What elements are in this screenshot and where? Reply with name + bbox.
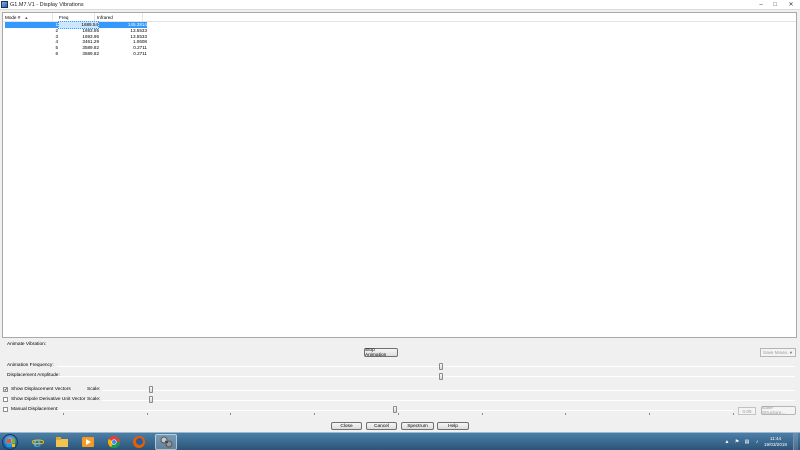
- column-header-mode[interactable]: Mode # ▲: [3, 12, 53, 22]
- clock-date: 19/03/2018: [764, 442, 787, 447]
- stop-animation-button[interactable]: Stop Animation: [364, 348, 398, 358]
- taskbar-media-player[interactable]: [77, 434, 99, 450]
- animate-vibration-label: Animate Vibration:: [7, 342, 47, 347]
- app-icon: [1, 1, 8, 8]
- manual-displacement-label: Manual Displacement:: [11, 407, 59, 412]
- taskbar-gaussview[interactable]: [155, 434, 177, 450]
- help-button[interactable]: Help: [437, 422, 469, 430]
- manual-displacement-slider[interactable]: [393, 406, 397, 413]
- folder-icon: [56, 437, 68, 447]
- save-movie-dropdown[interactable]: Save Movie... ▼: [760, 348, 796, 357]
- dipole-scale-slider[interactable]: [148, 396, 153, 403]
- manual-displacement-checkbox[interactable]: [3, 407, 8, 412]
- freq-cell: 3589.82: [82, 50, 99, 56]
- scale-label: Scale:: [87, 387, 101, 392]
- scale-track-2[interactable]: [102, 400, 795, 401]
- table-row[interactable]: 6 3589.82 0.2711: [3, 51, 796, 57]
- tray-arrow-icon[interactable]: ▲: [724, 439, 730, 445]
- molecule-app-icon: [160, 436, 172, 448]
- taskbar-firefox[interactable]: [128, 434, 150, 450]
- firefox-icon: [133, 436, 145, 448]
- windows-logo-icon: [7, 439, 15, 447]
- spectrum-button[interactable]: Spectrum: [401, 422, 434, 430]
- taskbar: e ▲ ⚑ ▤ ♪ 11:44 19/03/2018: [0, 432, 800, 450]
- clock[interactable]: 11:44 19/03/2018: [764, 436, 787, 448]
- slider-tick: [146, 413, 148, 415]
- system-tray: ▲ ⚑ ▤ ♪ 11:44 19/03/2018: [724, 433, 798, 450]
- window-title: G1.M7.V1 - Display Vibrations: [10, 1, 84, 8]
- mode-cell: 6: [55, 50, 58, 56]
- slider-tick: [314, 413, 316, 415]
- show-desktop-button[interactable]: [793, 433, 798, 450]
- animation-frequency-label: Animation Frequency:: [7, 363, 54, 368]
- taskbar-ie[interactable]: e: [27, 434, 49, 450]
- taskbar-chrome[interactable]: [103, 434, 125, 450]
- column-header-infrared[interactable]: Infrared: [95, 12, 143, 22]
- animation-frequency-track[interactable]: [57, 366, 795, 367]
- title-bar: G1.M7.V1 - Display Vibrations – □ ✕: [0, 0, 800, 10]
- taskbar-explorer[interactable]: [51, 434, 73, 450]
- slider-tick: [565, 413, 567, 415]
- displacement-scale-slider[interactable]: [148, 386, 153, 393]
- vibration-list[interactable]: Mode # ▲ Freq Infrared 1 1689.54 145.3814 2…: [2, 12, 797, 338]
- chevron-down-icon: ▼: [789, 350, 793, 355]
- animation-frequency-slider[interactable]: [438, 363, 443, 370]
- show-displacement-vectors-checkbox[interactable]: ✔: [3, 387, 8, 392]
- close-button[interactable]: Close: [331, 422, 362, 430]
- scale-track-1[interactable]: [102, 390, 795, 391]
- flag-icon[interactable]: ⚑: [734, 439, 740, 445]
- minimize-icon[interactable]: –: [754, 0, 768, 9]
- infrared-cell: 0.2711: [133, 50, 147, 56]
- window-controls: – □ ✕: [754, 0, 800, 9]
- network-icon[interactable]: ▤: [744, 439, 750, 445]
- start-button[interactable]: [2, 434, 18, 450]
- show-dipole-vector-checkbox[interactable]: [3, 397, 8, 402]
- cancel-button[interactable]: Cancel: [366, 422, 397, 430]
- slider-tick: [397, 413, 399, 415]
- close-icon[interactable]: ✕: [782, 0, 800, 9]
- slider-tick: [63, 413, 64, 415]
- displacement-amplitude-track[interactable]: [57, 376, 795, 377]
- slider-tick: [230, 413, 232, 415]
- internet-explorer-icon: e: [32, 436, 44, 448]
- media-player-icon: [82, 437, 94, 447]
- maximize-icon[interactable]: □: [768, 0, 782, 9]
- manual-displacement-value[interactable]: 0.00: [738, 407, 756, 415]
- list-header: Mode # ▲ Freq Infrared: [3, 12, 796, 22]
- slider-tick: [481, 413, 483, 415]
- displacement-amplitude-label: Displacement Amplitude:: [7, 373, 60, 378]
- volume-icon[interactable]: ♪: [754, 439, 760, 445]
- sort-up-icon: ▲: [24, 14, 29, 20]
- show-displacement-vectors-label: Show Displacement Vectors: [11, 387, 71, 392]
- slider-tick: [648, 413, 650, 415]
- chrome-icon: [108, 436, 120, 448]
- show-dipole-vector-label: Show Dipole Derivative Unit Vector: [11, 397, 86, 402]
- save-structure-button[interactable]: Save Structure...: [761, 406, 796, 416]
- list-body: 1 1689.54 145.3814 2 1693.95 13.5533 3 1693.95 1…: [3, 21, 796, 57]
- slider-tick: [732, 413, 734, 415]
- scale-label-2: Scale:: [87, 397, 101, 402]
- displacement-amplitude-slider[interactable]: [438, 373, 443, 380]
- svg-text:e: e: [33, 436, 41, 448]
